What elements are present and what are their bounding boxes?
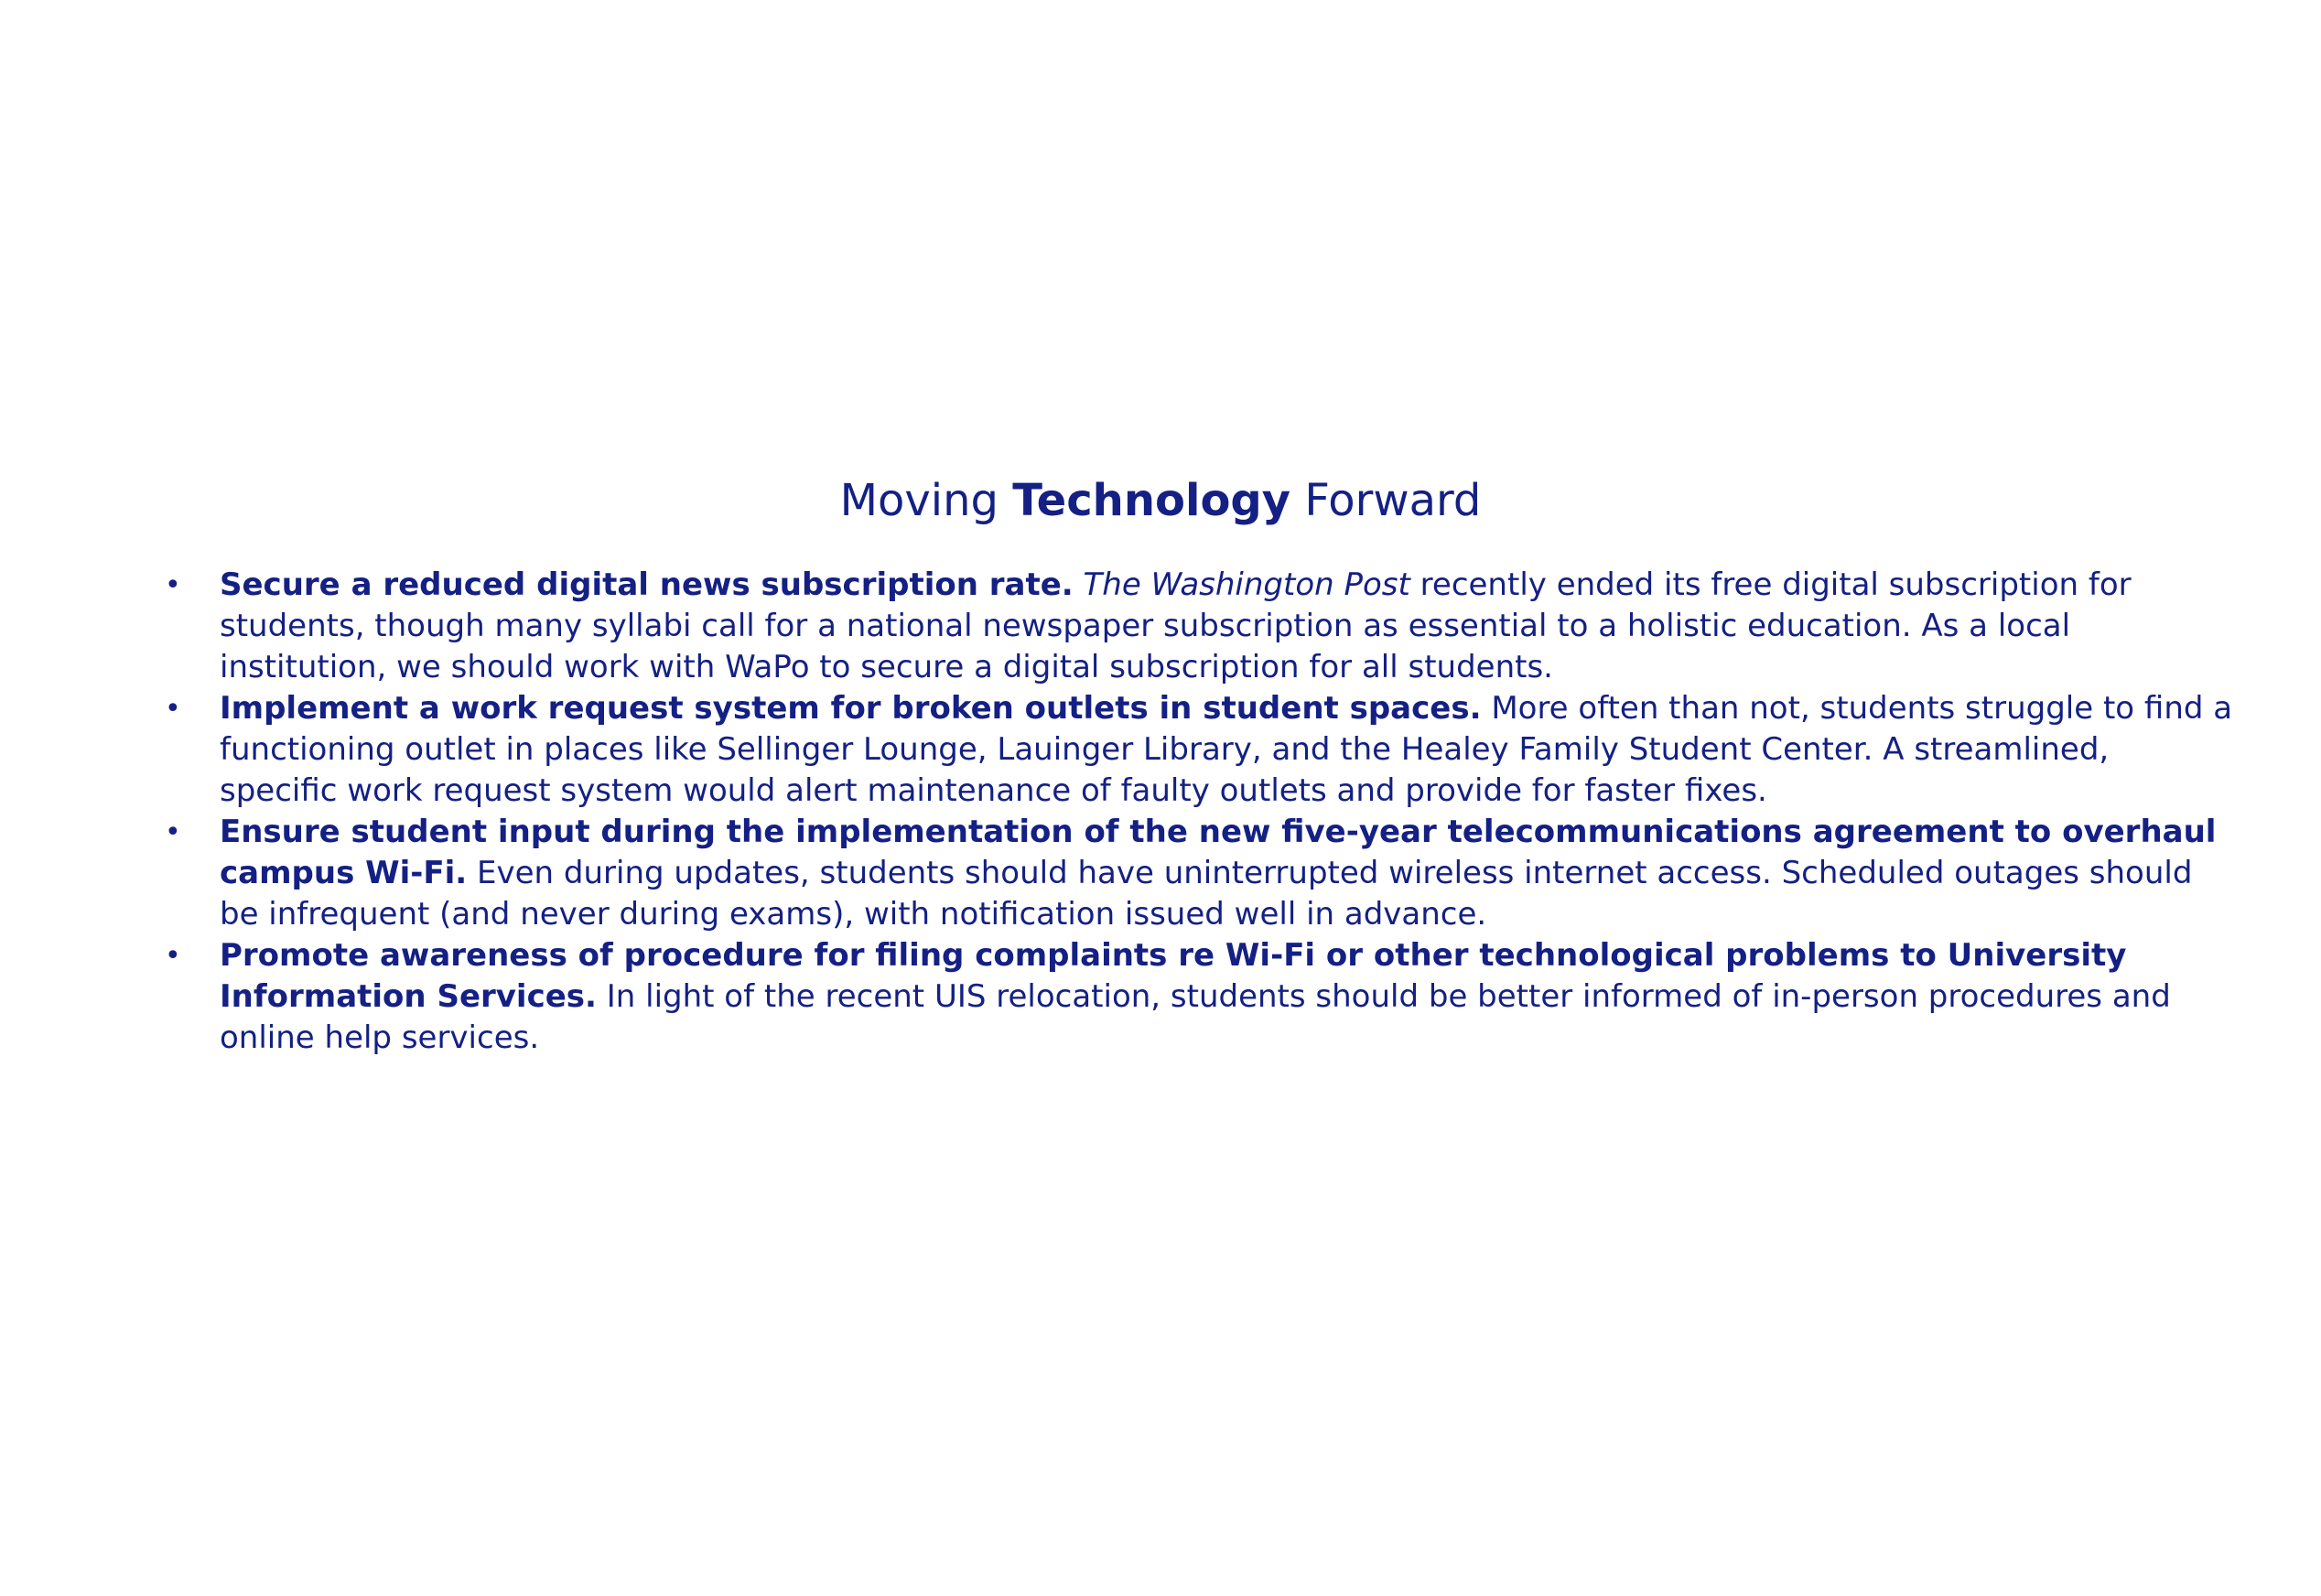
bullet-heading: Implement a work request system for brok…	[220, 690, 1482, 727]
bullet-list: • Secure a reduced digital news subscript…	[165, 565, 2233, 1059]
bullet-item-4: • Promote awareness of procedure for fili…	[165, 935, 2233, 1059]
bullet-body: Even during updates, students should hav…	[220, 855, 2193, 933]
bullet-item-2: • Implement a work request system for bro…	[165, 688, 2233, 812]
title-prefix: Moving	[839, 475, 999, 526]
bullet-item-1: • Secure a reduced digital news subscript…	[165, 565, 2233, 688]
title-bold-word: Technology	[1012, 475, 1291, 526]
title-suffix: Forward	[1304, 475, 1482, 526]
bullet-heading: Secure a reduced digital news subscripti…	[220, 566, 1074, 603]
bullet-icon: •	[165, 569, 181, 601]
page-title: Moving Technology Forward	[0, 469, 2321, 533]
bullet-icon: •	[165, 940, 181, 972]
document-page: Moving Technology Forward • Secure a redu…	[0, 0, 2321, 1596]
bullet-icon: •	[165, 816, 181, 848]
bullet-item-3: • Ensure student input during the impleme…	[165, 812, 2233, 935]
publication-name: The Washington Post	[1083, 566, 1410, 603]
bullet-icon: •	[165, 693, 181, 725]
